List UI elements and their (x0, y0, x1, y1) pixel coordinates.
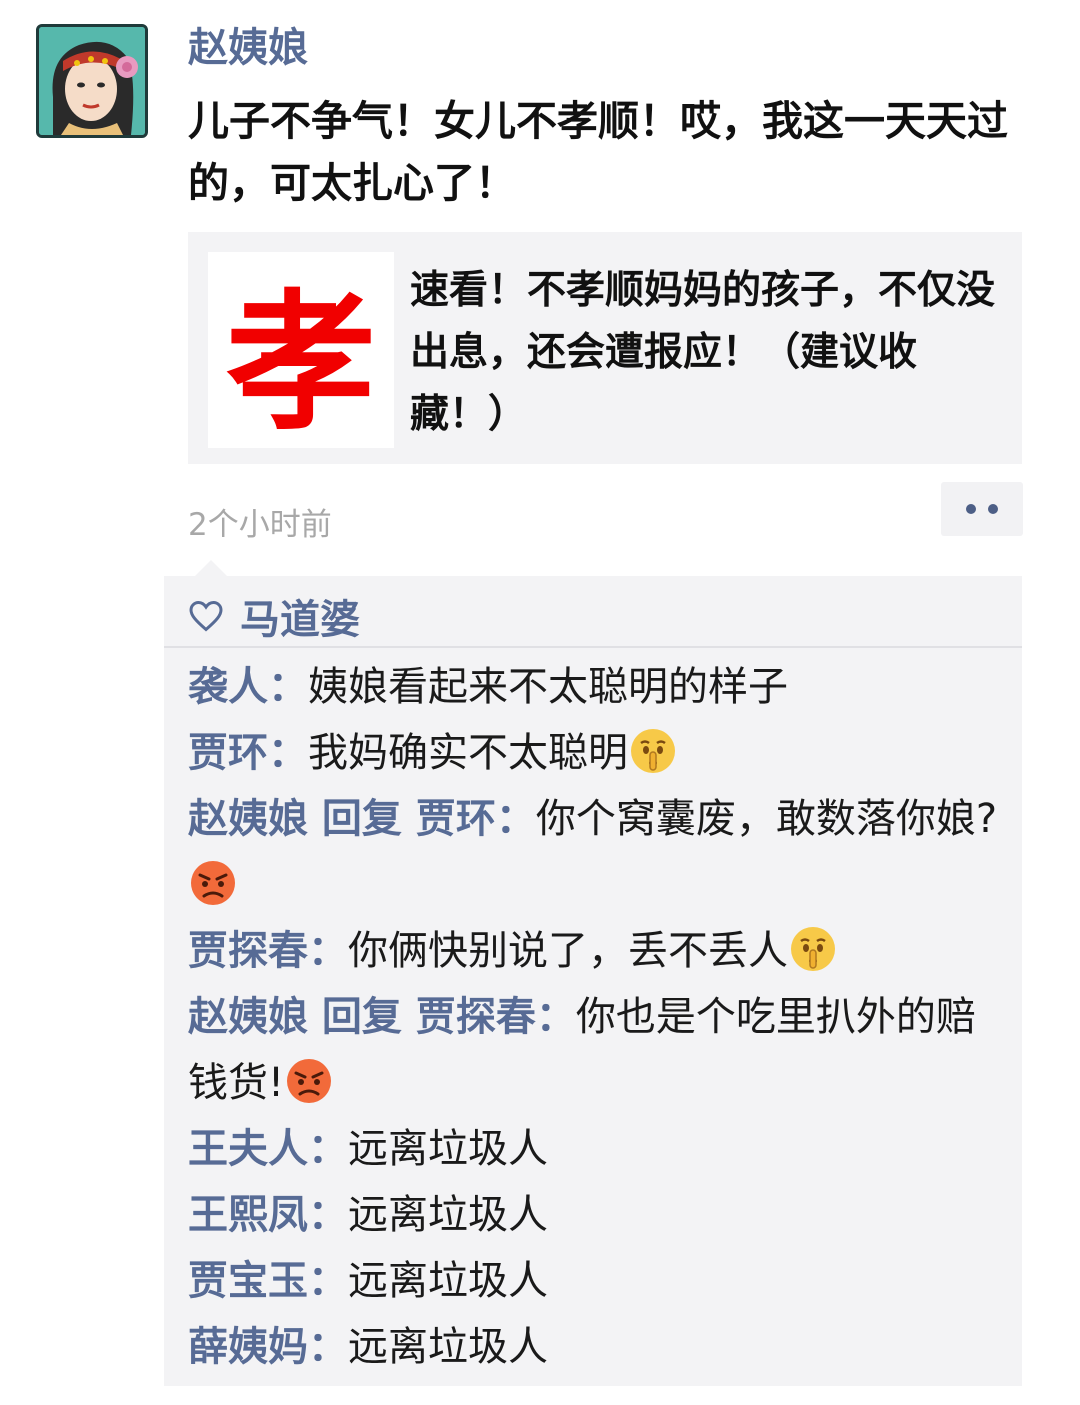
author-avatar[interactable] (36, 24, 148, 138)
commenter-name[interactable]: 赵姨娘 (188, 796, 308, 842)
name-separator: ： (495, 796, 536, 842)
name-separator: ： (535, 994, 576, 1040)
shush-face-icon (631, 729, 675, 773)
heart-icon (189, 600, 223, 632)
more-options-button[interactable] (941, 482, 1023, 536)
comment-text: 远离垃圾人 (348, 1126, 548, 1172)
comment-item[interactable]: 贾环：我妈确实不太聪明 (188, 720, 998, 786)
commenter-name[interactable]: 王夫人 (188, 1126, 308, 1172)
post-author-name[interactable]: 赵姨娘 (188, 22, 308, 74)
commenter-name[interactable]: 薛姨妈 (188, 1324, 308, 1370)
name-separator: ： (308, 1126, 348, 1172)
name-separator: ： (308, 1258, 348, 1304)
name-separator: ： (268, 664, 308, 710)
commenter-name[interactable]: 贾探春 (188, 928, 308, 974)
comment-text: 你俩快别说了，丢不丢人 (348, 928, 788, 974)
name-separator: ： (308, 1324, 348, 1370)
commenter-name[interactable]: 赵姨娘 (188, 994, 308, 1040)
likes-row: 马道婆 (188, 588, 360, 644)
post-text: 儿子不争气！女儿不孝顺！哎，我这一天天过的，可太扎心了！ (188, 97, 1008, 207)
comment-item[interactable]: 赵姨娘 回复 贾环：你个窝囊废，敢数落你娘? (188, 786, 998, 918)
avatar-illustration (39, 27, 145, 135)
thumbnail-character: 孝 (225, 276, 376, 451)
reply-target-name[interactable]: 贾环 (416, 796, 496, 842)
shared-article-card[interactable]: 孝 速看！不孝顺妈妈的孩子，不仅没出息，还会遭报应！（建议收藏！） (188, 232, 1022, 464)
more-dot-icon (988, 504, 998, 514)
name-separator: ： (268, 730, 308, 776)
reply-target-name[interactable]: 贾探春 (416, 994, 536, 1040)
liker-name[interactable]: 马道婆 (240, 587, 360, 645)
comment-item[interactable]: 贾探春：你俩快别说了，丢不丢人 (188, 918, 998, 984)
comment-item[interactable]: 王夫人：远离垃圾人 (188, 1116, 998, 1182)
name-separator: ： (308, 1192, 348, 1238)
more-dot-icon (966, 504, 976, 514)
comments-pointer (195, 560, 227, 576)
article-title: 速看！不孝顺妈妈的孩子，不仅没出息，还会遭报应！（建议收藏！） (410, 268, 996, 437)
comment-item[interactable]: 赵姨娘 回复 贾探春：你也是个吃里扒外的赔钱货! (188, 984, 998, 1116)
commenter-name[interactable]: 袭人 (188, 664, 268, 710)
shush-face-icon (791, 927, 835, 971)
comment-text: 远离垃圾人 (348, 1258, 548, 1304)
comment-text: 远离垃圾人 (348, 1324, 548, 1370)
angry-face-icon (287, 1059, 332, 1103)
angry-face-icon (191, 861, 235, 905)
comment-text: 我妈确实不太聪明 (308, 730, 628, 776)
comment-item[interactable]: 薛姨妈：远离垃圾人 (188, 1314, 998, 1380)
comment-item[interactable]: 贾宝玉：远离垃圾人 (188, 1248, 998, 1314)
reply-label: 回复 (308, 994, 416, 1040)
comment-item[interactable]: 王熙凤：远离垃圾人 (188, 1182, 998, 1248)
comment-text: 远离垃圾人 (348, 1192, 548, 1238)
name-separator: ： (308, 928, 348, 974)
comment-item[interactable]: 袭人：姨娘看起来不太聪明的样子 (188, 654, 998, 720)
comment-text: 姨娘看起来不太聪明的样子 (308, 664, 788, 710)
post-timestamp: 2个小时前 (188, 507, 332, 543)
comment-list: 袭人：姨娘看起来不太聪明的样子 贾环：我妈确实不太聪明 赵姨娘 回复 贾环：你个窝囊… (188, 654, 998, 1380)
commenter-name[interactable]: 贾宝玉 (188, 1258, 308, 1304)
commenter-name[interactable]: 王熙凤 (188, 1192, 308, 1238)
reply-label: 回复 (308, 796, 416, 842)
article-thumbnail: 孝 (208, 252, 394, 451)
comment-text: 你个窝囊废，敢数落你娘? (535, 796, 998, 842)
commenter-name[interactable]: 贾环 (188, 730, 268, 776)
likes-divider (164, 646, 1022, 648)
